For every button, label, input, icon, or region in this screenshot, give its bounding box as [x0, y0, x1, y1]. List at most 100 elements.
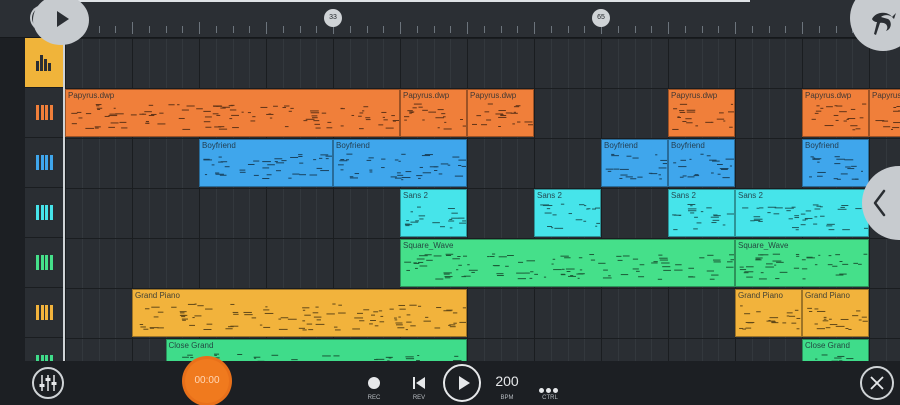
timeline-ruler[interactable]: 33 65 [0, 0, 900, 38]
pattern-clip[interactable]: Boyfriend [802, 139, 869, 187]
pattern-clip[interactable]: Grand Piano [802, 289, 869, 337]
grid-line [617, 38, 619, 361]
grid-line [115, 38, 117, 361]
ruler-tick [266, 22, 267, 34]
ruler-tick [517, 26, 519, 33]
ruler-tick [182, 26, 184, 33]
pattern-clip[interactable]: Papyrus.dwp [668, 89, 735, 137]
play-icon-bottom [459, 376, 470, 390]
pattern-clip[interactable]: Papyrus.dwp [869, 89, 900, 137]
bar-marker-33[interactable]: 33 [324, 9, 342, 27]
ruler-tick [148, 26, 150, 33]
track-header-column [25, 38, 65, 388]
pattern-clip[interactable]: Papyrus.dwp [802, 89, 869, 137]
play-icon [57, 11, 69, 27]
ruler-tick [249, 26, 251, 33]
ruler-tick [768, 26, 770, 33]
ruler-tick [802, 22, 803, 34]
pattern-clip[interactable]: Square_Wave [735, 239, 869, 287]
pattern-clip[interactable]: Close Grand [802, 339, 869, 361]
close-icon [870, 376, 884, 390]
pattern-clip[interactable]: Sans 2 [668, 189, 735, 237]
track-header-5[interactable] [25, 288, 63, 338]
pattern-clip[interactable]: Boyfriend [333, 139, 467, 187]
ruler-tick [467, 22, 468, 34]
pattern-clip[interactable]: Sans 2 [735, 189, 869, 237]
pattern-clip[interactable]: Papyrus.dwp [400, 89, 467, 137]
ctrl-button[interactable]: CTRL [530, 361, 570, 405]
pattern-clip[interactable]: Sans 2 [534, 189, 601, 237]
ruler-tick [550, 26, 552, 33]
mixer-button[interactable] [32, 367, 64, 399]
note-preview [739, 305, 801, 330]
note-preview [337, 153, 466, 181]
pattern-clip[interactable]: Square_Wave [400, 239, 735, 287]
note-preview [672, 203, 734, 231]
bar-marker-65[interactable]: 65 [592, 9, 610, 27]
ruler-tick [115, 26, 117, 33]
record-label: REC [367, 395, 381, 401]
ruler-tick [416, 26, 418, 33]
track-header-1[interactable] [25, 88, 63, 138]
grid-line [483, 38, 485, 361]
piano-keys-icon [36, 105, 53, 120]
ruler-tick [751, 26, 753, 33]
rewind-button[interactable]: REV [399, 361, 439, 405]
rewind-label: REV [412, 395, 426, 401]
ruler-tick [165, 26, 167, 33]
ruler-tick [718, 26, 720, 33]
note-preview [404, 206, 466, 229]
song-time-display[interactable]: 00:00 [185, 359, 229, 403]
ruler-tick [617, 26, 619, 33]
play-button[interactable] [443, 364, 481, 402]
ruler-tick [349, 26, 351, 33]
track-header-4[interactable] [25, 238, 63, 288]
ruler-tick [98, 26, 100, 33]
note-preview [673, 153, 734, 179]
mixer-panel-button[interactable] [25, 38, 63, 88]
note-preview [139, 303, 466, 331]
record-button[interactable]: REC [354, 361, 394, 405]
song-position-bar [60, 0, 750, 2]
grid-row-line [65, 38, 900, 39]
piano-keys-icon [36, 255, 53, 270]
note-preview [672, 103, 734, 130]
mixer-icon [39, 375, 57, 391]
pattern-clip[interactable]: Sans 2 [400, 189, 467, 237]
pattern-clip[interactable]: Boyfriend [668, 139, 735, 187]
close-button[interactable] [860, 366, 894, 400]
pattern-clip[interactable]: Grand Piano [735, 289, 802, 337]
piano-keys-icon [36, 155, 53, 170]
note-preview [815, 354, 854, 361]
ruler-tick [316, 26, 318, 33]
pattern-clip[interactable]: Grand Piano [132, 289, 467, 337]
piano-keys-icon [36, 205, 53, 220]
ruler-tick [232, 26, 234, 33]
ruler-tick [835, 26, 837, 33]
ruler-tick [282, 26, 284, 33]
pattern-clip[interactable]: Papyrus.dwp [65, 89, 400, 137]
mixer-bars-icon [36, 53, 52, 71]
pattern-clip[interactable]: Boyfriend [601, 139, 668, 187]
ctrl-label: CTRL [542, 395, 558, 401]
ruler-tick [366, 26, 368, 33]
grid-line [517, 38, 519, 361]
ruler-tick [383, 26, 385, 33]
bpm-control[interactable]: 200 BPM [487, 361, 527, 405]
track-header-3[interactable] [25, 188, 63, 238]
ruler-tick [433, 26, 435, 33]
record-icon [368, 377, 380, 389]
note-preview [807, 307, 868, 330]
ruler-tick [450, 26, 452, 33]
track-header-2[interactable] [25, 138, 63, 188]
pattern-clip[interactable]: Papyrus.dwp [467, 89, 534, 137]
grid-line [500, 38, 502, 361]
ruler-tick [132, 22, 133, 34]
ruler-tick [500, 26, 502, 33]
grid-line [98, 38, 100, 361]
pattern-clip[interactable]: Close Grand [165, 339, 467, 361]
note-preview [404, 253, 734, 280]
ruler-tick [668, 22, 669, 34]
pattern-clip[interactable]: Boyfriend [199, 139, 333, 187]
playlist-grid[interactable]: Papyrus.dwp Papyrus.dwp Papyrus.dwp Papyrus… [65, 38, 900, 361]
